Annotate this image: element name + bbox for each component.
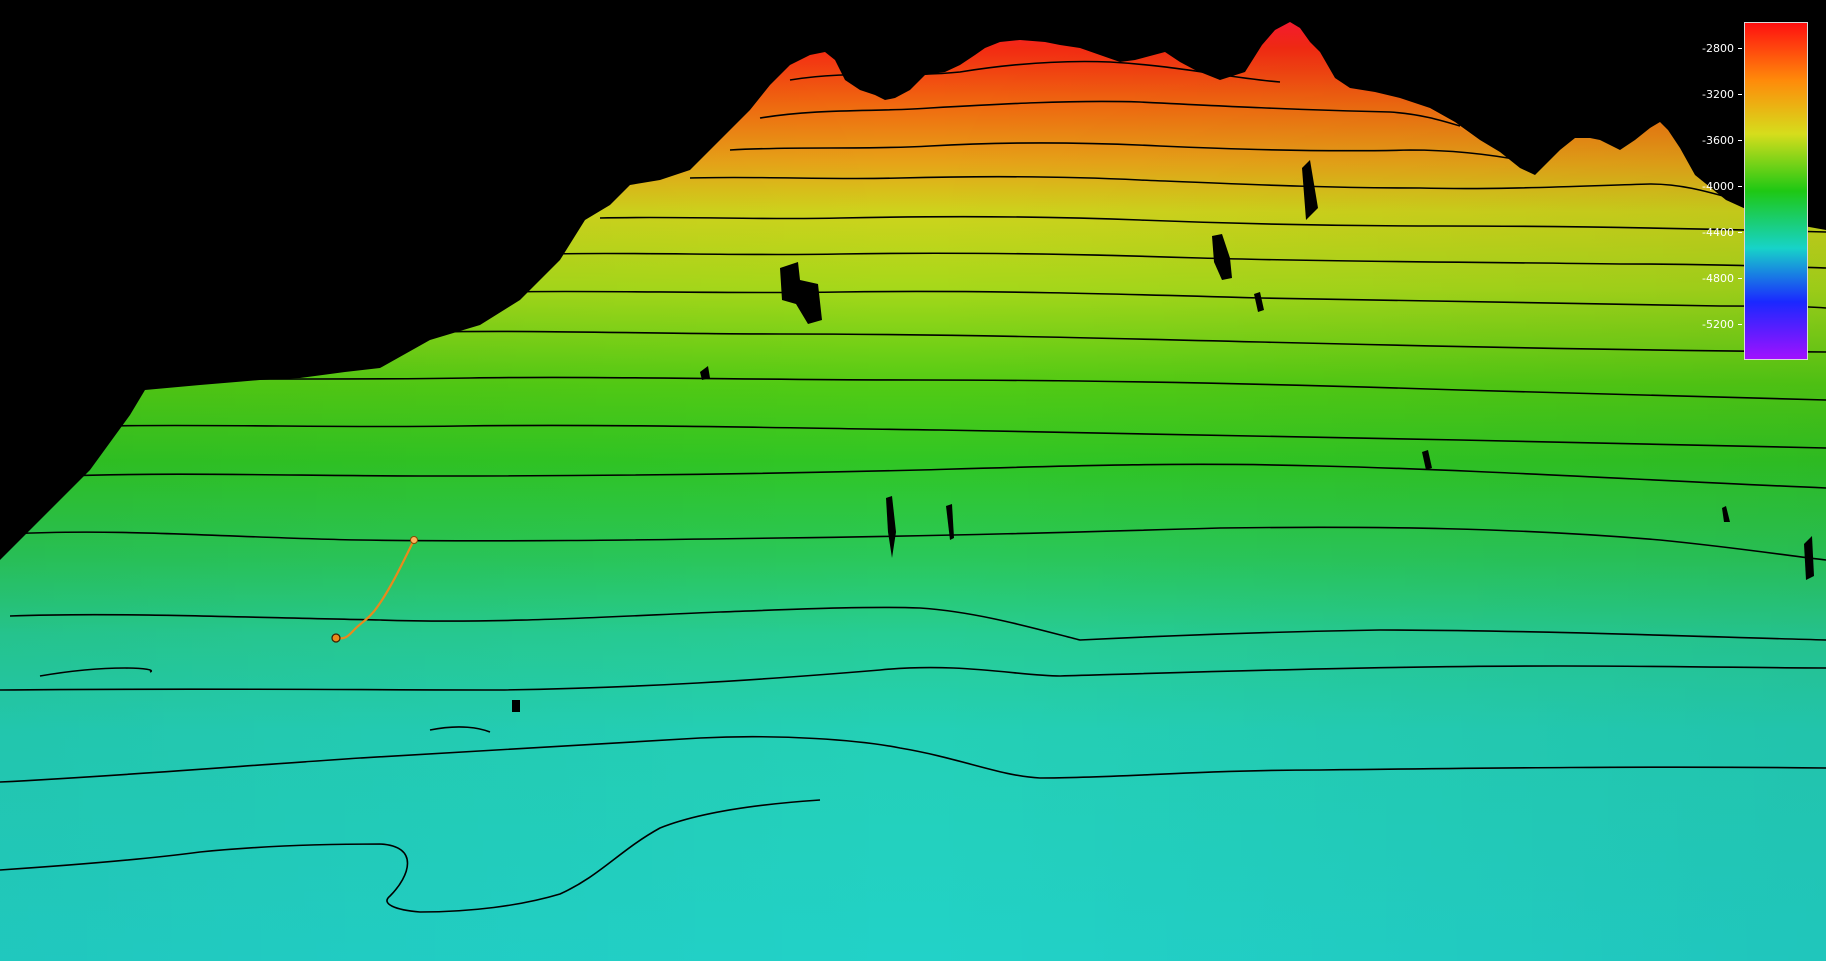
legend-tick-label: -2800 <box>1702 41 1734 55</box>
track-end-marker <box>331 633 341 643</box>
legend-tick-label: -5200 <box>1702 317 1734 331</box>
legend-tick: -3600 <box>1690 133 1742 147</box>
legend-tick: -4000 <box>1690 179 1742 193</box>
legend-tick: -4800 <box>1690 271 1742 285</box>
legend-tick-mark <box>1738 47 1742 49</box>
legend-color-bar <box>1744 22 1808 360</box>
track-start-marker <box>410 536 418 544</box>
legend-tick: -4400 <box>1690 225 1742 239</box>
bathymetry-3d-view[interactable] <box>0 0 1826 961</box>
legend-tick-mark <box>1738 139 1742 141</box>
legend-tick: -2800 <box>1690 41 1742 55</box>
legend-tick-label: -4000 <box>1702 179 1734 193</box>
legend-tick: -3200 <box>1690 87 1742 101</box>
legend-tick-mark <box>1738 323 1742 325</box>
legend-tick-label: -3600 <box>1702 133 1734 147</box>
legend-tick-label: -4400 <box>1702 225 1734 239</box>
legend-tick-mark <box>1738 185 1742 187</box>
legend-tick-label: -4800 <box>1702 271 1734 285</box>
legend-tick-mark <box>1738 93 1742 95</box>
legend-tick: -5200 <box>1690 317 1742 331</box>
legend-tick-mark <box>1738 231 1742 233</box>
legend-tick-label: -3200 <box>1702 87 1734 101</box>
depth-color-legend: -2800 -3200 -3600 -4000 -4400 -4800 -520… <box>1690 22 1810 362</box>
terrain-shading <box>0 22 1826 961</box>
legend-tick-mark <box>1738 277 1742 279</box>
data-gap <box>512 700 520 712</box>
